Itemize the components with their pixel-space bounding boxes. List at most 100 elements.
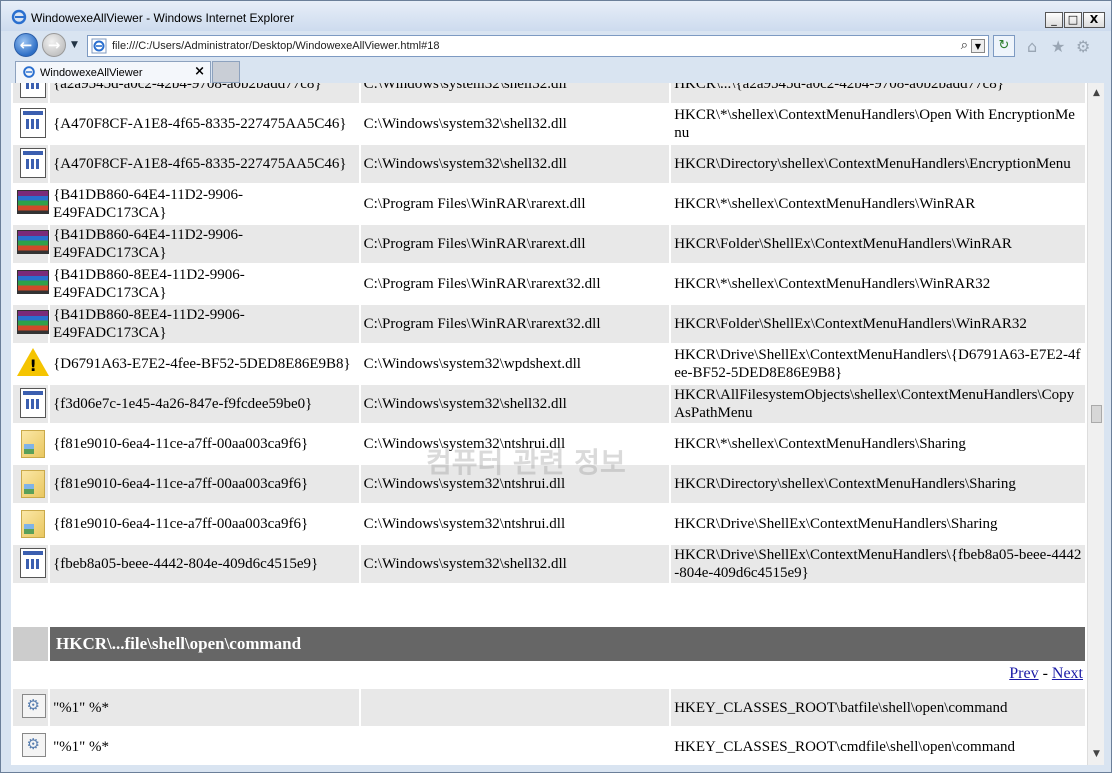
registry-key-cell: HKCR\*\shellex\ContextMenuHandlers\WinRA… bbox=[674, 276, 991, 292]
next-link[interactable]: Next bbox=[1052, 665, 1083, 682]
registry-key-cell: HKCR\*\shellex\ContextMenuHandlers\Open … bbox=[674, 107, 1075, 141]
shellex-table: {a2a9545d-a0c2-42b4-9708-a0b2badd77c8} C:… bbox=[11, 83, 1087, 585]
dll-icon bbox=[13, 545, 49, 583]
clsid-cell: {B41DB860-64E4-11D2-9906-E49FADC173CA} bbox=[50, 225, 359, 263]
registry-key-cell: HKCR\Directory\shellex\ContextMenuHandle… bbox=[671, 145, 1085, 183]
dll-icon bbox=[13, 105, 48, 143]
table-row: {B41DB860-8EE4-11D2-9906-E49FADC173CA} C:… bbox=[13, 305, 1085, 343]
title-bar: WindowexeAllViewer - Windows Internet Ex… bbox=[1, 1, 1111, 31]
registry-key-cell: HKCR\Drive\ShellEx\ContextMenuHandlers\{… bbox=[671, 545, 1085, 583]
scroll-up-icon[interactable]: ▲ bbox=[1088, 85, 1105, 102]
table-row: {f81e9010-6ea4-11ce-a7ff-00aa003ca9f6} C:… bbox=[13, 505, 1085, 543]
clsid-cell: {f3d06e7c-1e45-4a26-847e-f9fcdee59be0} bbox=[50, 385, 359, 423]
ie-logo-icon bbox=[11, 9, 27, 25]
registry-key-cell: HKCR\*\shellex\ContextMenuHandlers\Shari… bbox=[674, 436, 966, 452]
dll-path-cell: C:\Program Files\WinRAR\rarext32.dll bbox=[363, 276, 601, 292]
window-controls: _ □ X bbox=[1045, 12, 1105, 28]
table-row: "%1" %* HKEY_CLASSES_ROOT\batfile\shell\o… bbox=[13, 689, 1085, 726]
tools-gear-icon[interactable]: ⚙ bbox=[1076, 37, 1090, 56]
share-icon bbox=[13, 425, 48, 463]
dll-path-cell: C:\Windows\system32\wpdshext.dll bbox=[363, 356, 581, 372]
tab-ie-icon bbox=[23, 66, 35, 78]
dll-path-cell: C:\Windows\system32\shell32.dll bbox=[360, 385, 670, 423]
close-button[interactable]: X bbox=[1083, 12, 1105, 28]
clsid-cell: {A470F8CF-A1E8-4f65-8335-227475AA5C46} bbox=[53, 116, 347, 132]
share-icon bbox=[13, 505, 48, 543]
prev-link[interactable]: Prev bbox=[1009, 665, 1038, 682]
batch-icon bbox=[13, 689, 49, 726]
warning-icon: ! bbox=[13, 345, 49, 383]
command-cell: "%1" %* bbox=[50, 689, 359, 726]
winrar-icon bbox=[13, 265, 49, 303]
dll-icon bbox=[13, 385, 49, 423]
home-icon[interactable]: ⌂ bbox=[1027, 37, 1037, 56]
tab-close-icon[interactable]: × bbox=[194, 64, 205, 79]
table-row: {A470F8CF-A1E8-4f65-8335-227475AA5C46} C:… bbox=[13, 105, 1085, 143]
clsid-cell: {B41DB860-64E4-11D2-9906-E49FADC173CA} bbox=[53, 187, 244, 221]
share-icon bbox=[13, 465, 49, 503]
dll-path-cell: C:\Program Files\WinRAR\rarext.dll bbox=[363, 196, 586, 212]
table-row: {B41DB860-8EE4-11D2-9906-E49FADC173CA} C:… bbox=[13, 265, 1085, 303]
registry-key-cell: HKCR\Folder\ShellEx\ContextMenuHandlers\… bbox=[671, 225, 1085, 263]
dll-path-cell: C:\Windows\system32\shell32.dll bbox=[360, 145, 670, 183]
registry-key-cell: HKCR\Directory\shellex\ContextMenuHandle… bbox=[671, 465, 1085, 503]
empty-cell bbox=[361, 728, 670, 765]
scroll-thumb[interactable] bbox=[1091, 405, 1102, 423]
refresh-button[interactable]: ↻ bbox=[993, 35, 1015, 57]
table-row: "%1" %* HKEY_CLASSES_ROOT\cmdfile\shell\o… bbox=[13, 728, 1085, 765]
table-row: {A470F8CF-A1E8-4f65-8335-227475AA5C46} C:… bbox=[13, 145, 1085, 183]
winrar-icon bbox=[13, 225, 49, 263]
registry-key-cell: HKCR\AllFilesystemObjects\shellex\Contex… bbox=[671, 385, 1085, 423]
dll-path-cell: C:\Windows\system32\ntshrui.dll bbox=[363, 516, 566, 532]
registry-key-cell: HKEY_CLASSES_ROOT\batfile\shell\open\com… bbox=[671, 689, 1085, 726]
command-cell: "%1" %* bbox=[53, 738, 110, 755]
tab-windowexeallviewer[interactable]: WindowexeAllViewer × bbox=[15, 61, 211, 83]
history-dropdown-icon[interactable]: ▼ bbox=[71, 40, 78, 50]
vertical-scrollbar[interactable]: ▲ ▼ bbox=[1087, 83, 1104, 765]
dll-path-cell: C:\Windows\system32\ntshrui.dll bbox=[363, 436, 566, 452]
forward-button[interactable]: → bbox=[42, 33, 66, 57]
favorites-icon[interactable]: ★ bbox=[1051, 37, 1065, 56]
dll-path-cell: C:\Windows\system32\shell32.dll bbox=[360, 545, 670, 583]
section-header: HKCR\...file\shell\open\command bbox=[13, 627, 1085, 661]
dll-path-cell: C:\Windows\system32\ntshrui.dll bbox=[360, 465, 670, 503]
clsid-cell: {f81e9010-6ea4-11ce-a7ff-00aa003ca9f6} bbox=[53, 516, 309, 532]
table-row: {f3d06e7c-1e45-4a26-847e-f9fcdee59be0} C:… bbox=[13, 385, 1085, 423]
scroll-down-icon[interactable]: ▼ bbox=[1088, 746, 1105, 763]
navigation-bar: ← → ▼ file:///C:/Users/Administrator/Des… bbox=[1, 31, 1111, 61]
page-content: {a2a9545d-a0c2-42b4-9708-a0b2badd77c8} C:… bbox=[11, 83, 1087, 765]
dll-path-cell: C:\Windows\system32\shell32.dll bbox=[360, 83, 670, 103]
clsid-cell: {A470F8CF-A1E8-4f65-8335-227475AA5C46} bbox=[50, 145, 359, 183]
search-icon[interactable]: ⌕ bbox=[961, 38, 968, 53]
table-row: {fbeb8a05-beee-4442-804e-409d6c4515e9} C:… bbox=[13, 545, 1085, 583]
dll-path-cell: C:\Program Files\WinRAR\rarext.dll bbox=[360, 225, 670, 263]
address-dropdown-icon[interactable]: ▼ bbox=[971, 39, 985, 53]
clsid-cell: {B41DB860-8EE4-11D2-9906-E49FADC173CA} bbox=[53, 267, 245, 301]
tab-label: WindowexeAllViewer bbox=[40, 67, 143, 79]
clsid-cell: {B41DB860-8EE4-11D2-9906-E49FADC173CA} bbox=[50, 305, 359, 343]
table-row: ! {D6791A63-E7E2-4fee-BF52-5DED8E86E9B8} C… bbox=[13, 345, 1085, 383]
window-title: WindowexeAllViewer - Windows Internet Ex… bbox=[31, 11, 295, 25]
page-icon bbox=[91, 38, 107, 54]
clsid-cell: {fbeb8a05-beee-4442-804e-409d6c4515e9} bbox=[50, 545, 359, 583]
dll-icon bbox=[13, 145, 49, 183]
dll-icon bbox=[13, 83, 49, 103]
address-bar[interactable]: file:///C:/Users/Administrator/Desktop/W… bbox=[87, 35, 989, 57]
winrar-icon bbox=[13, 185, 49, 223]
browser-window: WindowexeAllViewer - Windows Internet Ex… bbox=[0, 0, 1112, 773]
maximize-button[interactable]: □ bbox=[1064, 12, 1082, 28]
back-button[interactable]: ← bbox=[14, 33, 38, 57]
dll-path-cell: C:\Windows\system32\shell32.dll bbox=[363, 116, 567, 132]
clsid-cell: {a2a9545d-a0c2-42b4-9708-a0b2badd77c8} bbox=[50, 83, 359, 103]
table-row: {B41DB860-64E4-11D2-9906-E49FADC173CA} C:… bbox=[13, 225, 1085, 263]
pager: Prev - Next bbox=[11, 661, 1087, 687]
pager-separator: - bbox=[1038, 665, 1052, 682]
clsid-cell: {f81e9010-6ea4-11ce-a7ff-00aa003ca9f6} bbox=[50, 465, 359, 503]
registry-key-cell: HKCR\Drive\ShellEx\ContextMenuHandlers\{… bbox=[674, 347, 1081, 381]
new-tab-button[interactable] bbox=[212, 61, 240, 83]
address-input[interactable]: file:///C:/Users/Administrator/Desktop/W… bbox=[112, 40, 439, 52]
section-title: HKCR\...file\shell\open\command bbox=[50, 627, 1085, 661]
minimize-button[interactable]: _ bbox=[1045, 12, 1063, 28]
empty-cell bbox=[360, 689, 670, 726]
clsid-cell: {D6791A63-E7E2-4fee-BF52-5DED8E86E9B8} bbox=[53, 356, 351, 372]
